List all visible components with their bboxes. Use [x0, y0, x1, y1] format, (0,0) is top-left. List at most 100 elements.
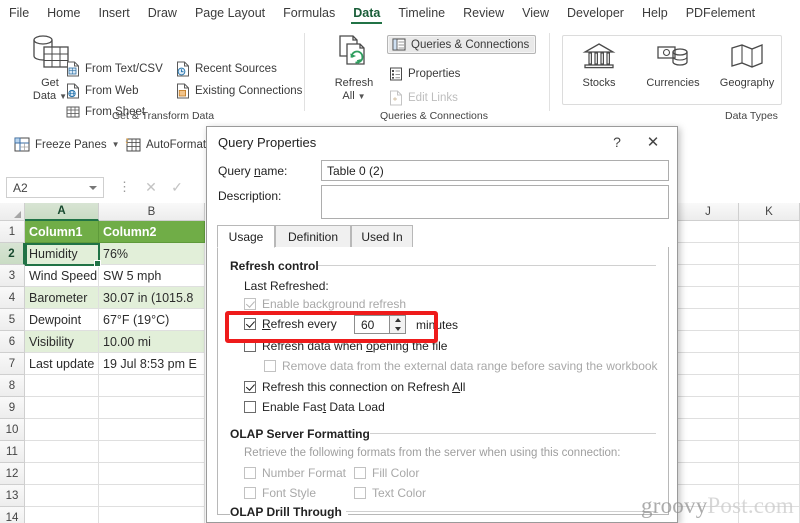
row-header-7[interactable]: 7	[0, 353, 25, 375]
geography-button[interactable]: Geography	[716, 41, 778, 90]
ribbon-tab-home[interactable]: Home	[38, 0, 89, 27]
currencies-button[interactable]: Currencies	[638, 41, 708, 90]
cell-j5[interactable]	[678, 309, 739, 331]
ribbon-tab-draw[interactable]: Draw	[139, 0, 186, 27]
queries-and-connections-button[interactable]: Queries & Connections	[387, 35, 537, 54]
cell-k6[interactable]	[739, 331, 800, 353]
row-header-9[interactable]: 9	[0, 397, 25, 419]
help-icon[interactable]: ?	[605, 131, 629, 153]
cell-k9[interactable]	[739, 397, 800, 419]
cell-a7[interactable]: Last update	[25, 353, 99, 375]
cell-b7[interactable]: 19 Jul 8:53 pm E	[99, 353, 205, 375]
cell-b2[interactable]: 76%	[99, 243, 205, 265]
row-header-4[interactable]: 4	[0, 287, 25, 309]
cell-a11[interactable]	[25, 441, 99, 463]
column-header-j[interactable]: J	[678, 203, 739, 221]
row-header-2[interactable]: 2	[0, 243, 25, 265]
cell-k11[interactable]	[739, 441, 800, 463]
recent-sources-button[interactable]: Recent Sources	[176, 61, 277, 77]
ribbon-tab-timeline[interactable]: Timeline	[389, 0, 454, 27]
checkbox-refresh-on-open[interactable]: Refresh data when opening the file	[244, 339, 447, 353]
cell-k2[interactable]	[739, 243, 800, 265]
select-all-corner[interactable]	[0, 203, 25, 221]
properties-button[interactable]: Properties	[389, 67, 460, 81]
column-header-a[interactable]: A	[25, 203, 99, 221]
existing-connections-button[interactable]: Existing Connections	[176, 83, 302, 99]
stocks-button[interactable]: Stocks	[568, 41, 630, 90]
ribbon-tab-pdfelement[interactable]: PDFelement	[677, 0, 764, 27]
row-header-5[interactable]: 5	[0, 309, 25, 331]
tab-definition[interactable]: Definition	[275, 225, 351, 248]
cell-b4[interactable]: 30.07 in (1015.8	[99, 287, 205, 309]
cell-b14[interactable]	[99, 507, 205, 523]
query-name-input[interactable]: Table 0 (2)	[321, 160, 669, 181]
cell-b3[interactable]: SW 5 mph	[99, 265, 205, 287]
column-header-k[interactable]: K	[739, 203, 800, 221]
cell-j8[interactable]	[678, 375, 739, 397]
autoformat-button[interactable]: AutoFormat	[125, 137, 206, 152]
row-header-6[interactable]: 6	[0, 331, 25, 353]
row-header-10[interactable]: 10	[0, 419, 25, 441]
close-icon[interactable]: ✕	[641, 131, 665, 153]
ribbon-tab-developer[interactable]: Developer	[558, 0, 633, 27]
cell-b13[interactable]	[99, 485, 205, 507]
cell-k3[interactable]	[739, 265, 800, 287]
cell-a9[interactable]	[25, 397, 99, 419]
cell-k1[interactable]	[739, 221, 800, 243]
ribbon-tab-help[interactable]: Help	[633, 0, 677, 27]
from-web-button[interactable]: From Web	[66, 83, 138, 99]
cell-j4[interactable]	[678, 287, 739, 309]
cell-j12[interactable]	[678, 463, 739, 485]
table-header-column2[interactable]: Column2	[99, 221, 205, 243]
cell-k8[interactable]	[739, 375, 800, 397]
ribbon-tab-data[interactable]: Data	[344, 0, 389, 27]
name-box[interactable]: A2	[6, 177, 104, 198]
refresh-interval-input[interactable]: 60	[354, 315, 406, 334]
row-header-12[interactable]: 12	[0, 463, 25, 485]
refresh-interval-spinner[interactable]	[389, 316, 405, 333]
row-header-1[interactable]: 1	[0, 221, 25, 243]
tab-used-in[interactable]: Used In	[351, 225, 413, 248]
tab-usage[interactable]: Usage	[217, 225, 275, 248]
cancel-icon[interactable]: ✕	[142, 178, 160, 196]
cell-k10[interactable]	[739, 419, 800, 441]
cell-k5[interactable]	[739, 309, 800, 331]
cell-j10[interactable]	[678, 419, 739, 441]
cell-a12[interactable]	[25, 463, 99, 485]
description-input[interactable]	[321, 185, 669, 219]
ribbon-tab-view[interactable]: View	[513, 0, 558, 27]
row-header-3[interactable]: 3	[0, 265, 25, 287]
formula-bar-dots-icon[interactable]: ⋮	[118, 180, 131, 193]
table-header-column1[interactable]: Column1	[25, 221, 99, 243]
cell-j7[interactable]	[678, 353, 739, 375]
cell-b6[interactable]: 10.00 mi	[99, 331, 205, 353]
cell-j1[interactable]	[678, 221, 739, 243]
checkbox-enable-background-refresh[interactable]: Enable background refresh	[244, 297, 406, 311]
cell-k4[interactable]	[739, 287, 800, 309]
cell-a14[interactable]	[25, 507, 99, 523]
cell-k12[interactable]	[739, 463, 800, 485]
cell-a5[interactable]: Dewpoint	[25, 309, 99, 331]
freeze-panes-button[interactable]: Freeze Panes ▼	[14, 137, 120, 152]
row-header-13[interactable]: 13	[0, 485, 25, 507]
cell-b9[interactable]	[99, 397, 205, 419]
spinner-down-button[interactable]	[390, 325, 405, 334]
refresh-all-button[interactable]: Refresh All ▼	[325, 33, 383, 103]
cell-a4[interactable]: Barometer	[25, 287, 99, 309]
ribbon-tab-formulas[interactable]: Formulas	[274, 0, 344, 27]
cell-j9[interactable]	[678, 397, 739, 419]
cell-a13[interactable]	[25, 485, 99, 507]
cell-j3[interactable]	[678, 265, 739, 287]
ribbon-tab-review[interactable]: Review	[454, 0, 513, 27]
cell-a3[interactable]: Wind Speed	[25, 265, 99, 287]
cell-j2[interactable]	[678, 243, 739, 265]
checkbox-refresh-every[interactable]: Refresh every	[244, 317, 337, 331]
cell-b8[interactable]	[99, 375, 205, 397]
confirm-icon[interactable]: ✓	[168, 178, 186, 196]
ribbon-tab-page-layout[interactable]: Page Layout	[186, 0, 274, 27]
checkbox-enable-fast-data-load[interactable]: Enable Fast Data Load	[244, 400, 385, 414]
row-header-14[interactable]: 14	[0, 507, 25, 523]
cell-k7[interactable]	[739, 353, 800, 375]
column-header-b[interactable]: B	[99, 203, 205, 221]
row-header-11[interactable]: 11	[0, 441, 25, 463]
